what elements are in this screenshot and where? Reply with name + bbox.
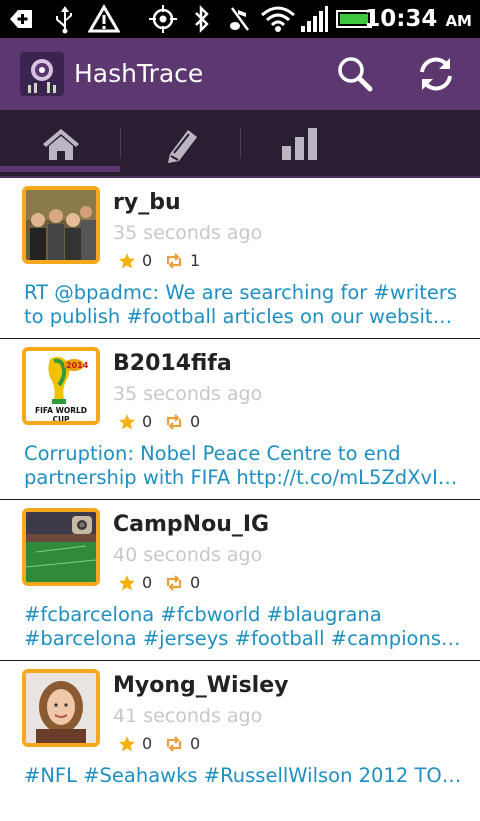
tweet-text[interactable]: #fcbarcelona #fcbworld #blaugrana #barce…	[24, 603, 464, 651]
clock: 10:34 AM	[364, 4, 472, 34]
tab-stats[interactable]	[240, 110, 400, 178]
search-button[interactable]	[332, 52, 376, 96]
app-title: HashTrace	[74, 59, 204, 88]
gps-icon	[149, 5, 177, 33]
tweet-text-line: to publish #football articles on our web…	[24, 305, 464, 328]
star-icon	[119, 575, 135, 591]
timestamp: 41 seconds ago	[113, 705, 263, 727]
tweet-text-line: RT @bpadmc: We are searching for #writer…	[24, 281, 458, 304]
avatar[interactable]: 2014 FIFA WORLD CUP	[22, 347, 100, 425]
refresh-button[interactable]	[414, 52, 458, 96]
home-icon	[43, 129, 79, 160]
tweet-item[interactable]: Myong_Wisley 41 seconds ago 0 0 #NFL #Se…	[0, 661, 480, 821]
retweet-count: 0	[190, 412, 201, 431]
avatar-stadium-photo	[26, 512, 96, 582]
refresh-icon	[420, 57, 452, 91]
tweet-text-line: #barcelona #jerseys #football #campionsF…	[24, 627, 464, 650]
wifi-icon	[261, 6, 295, 32]
retweet-icon	[166, 736, 182, 752]
bar-chart-icon	[282, 128, 317, 160]
avatar[interactable]	[22, 669, 100, 747]
avatar[interactable]	[22, 508, 100, 586]
usb-icon	[56, 6, 72, 34]
clock-time: 10:34	[364, 6, 438, 32]
timestamp: 35 seconds ago	[113, 383, 263, 405]
add-notification-icon	[10, 10, 32, 28]
tweet-text-line: partnership with FIFA http://t.co/mL5ZdX…	[24, 466, 464, 489]
avatar-caption: FIFA WORLD CUP	[34, 406, 88, 424]
warning-icon	[88, 4, 120, 33]
username[interactable]: Myong_Wisley	[113, 673, 288, 698]
tweet-text[interactable]: Corruption: Nobel Peace Centre to end pa…	[24, 442, 464, 490]
tweet-item[interactable]: 2014 FIFA WORLD CUP B2014fifa 35 seconds…	[0, 339, 480, 500]
favorite-count: 0	[142, 734, 153, 753]
avatar[interactable]	[22, 186, 100, 264]
timestamp: 35 seconds ago	[113, 222, 263, 244]
retweet-icon	[166, 253, 182, 269]
timestamp: 40 seconds ago	[113, 544, 263, 566]
username[interactable]: B2014fifa	[113, 351, 232, 376]
status-bar: 10:34 AM	[0, 0, 480, 38]
tweet-item[interactable]: CampNou_IG 40 seconds ago 0 0 #fcbarcelo…	[0, 500, 480, 661]
tweet-text-line: Corruption: Nobel Peace Centre to end	[24, 442, 401, 465]
favorite-count: 0	[142, 412, 153, 431]
tweet-text[interactable]: #NFL #Seahawks #RussellWilson 2012 TOPPS	[24, 764, 464, 788]
star-icon	[119, 736, 135, 752]
favorite-count: 0	[142, 573, 153, 592]
username[interactable]: CampNou_IG	[113, 512, 269, 537]
tweet-text-line: #NFL #Seahawks #RussellWilson 2012 TOPPS	[24, 764, 464, 787]
muted-icon	[230, 7, 250, 31]
search-icon	[338, 57, 373, 92]
star-icon	[119, 253, 135, 269]
tweet-text-line: #fcbarcelona #fcbworld #blaugrana	[24, 603, 382, 626]
selected-tab-indicator	[0, 166, 120, 172]
tweet-feed[interactable]: ry_bu 35 seconds ago 0 1 RT @bpadmc: We …	[0, 178, 480, 821]
tab-bar	[0, 110, 480, 178]
tweet-text[interactable]: RT @bpadmc: We are searching for #writer…	[24, 281, 464, 329]
retweet-icon	[166, 575, 182, 591]
avatar-photo-group	[26, 190, 96, 260]
action-bar: HashTrace	[0, 38, 480, 110]
app-logo[interactable]	[20, 52, 64, 96]
username[interactable]: ry_bu	[113, 190, 181, 215]
retweet-count: 0	[190, 573, 201, 592]
retweet-count: 0	[190, 734, 201, 753]
clock-ampm: AM	[445, 12, 472, 30]
avatar-portrait-photo	[26, 673, 96, 743]
svg-text:2014: 2014	[66, 361, 89, 370]
tweet-item[interactable]: ry_bu 35 seconds ago 0 1 RT @bpadmc: We …	[0, 178, 480, 339]
signal-icon	[301, 6, 328, 32]
bluetooth-icon	[195, 4, 209, 34]
app-logo-icon	[20, 52, 64, 96]
retweet-icon	[166, 414, 182, 430]
favorite-count: 0	[142, 251, 153, 270]
pencil-icon	[168, 130, 197, 163]
retweet-count: 1	[190, 251, 201, 270]
star-icon	[119, 414, 135, 430]
